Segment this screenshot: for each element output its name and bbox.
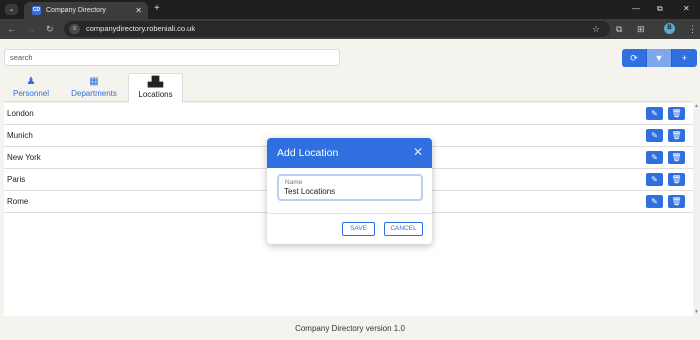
map-icon: ▟▙	[147, 77, 164, 88]
trash-icon: 🗑	[671, 109, 682, 118]
scroll-up-arrow-icon[interactable]: ▲	[694, 104, 699, 109]
puzzle-icon[interactable]: ⊞	[637, 23, 645, 35]
modal-close-icon[interactable]: ✕	[413, 145, 423, 159]
name-field[interactable]: Name	[277, 174, 423, 201]
tab-label: Departments	[71, 89, 117, 98]
kebab-menu-icon[interactable]: ⋮	[688, 23, 697, 35]
delete-button[interactable]: 🗑	[668, 107, 685, 120]
trash-icon: 🗑	[671, 153, 682, 162]
refresh-icon: ⟳	[630, 53, 638, 63]
tab-personnel[interactable]: ♟ Personnel	[4, 73, 58, 102]
plus-icon: +	[681, 53, 688, 63]
modal-divider	[267, 213, 432, 214]
tab-departments[interactable]: ▦ Departments	[62, 73, 126, 102]
location-name: Munich	[7, 131, 33, 140]
extension-icon[interactable]: ⧉	[616, 23, 622, 35]
scroll-down-arrow-icon[interactable]: ▼	[694, 310, 699, 315]
tab-label: Personnel	[12, 89, 50, 98]
location-name: Paris	[7, 175, 26, 184]
pencil-icon: ✎	[651, 153, 658, 162]
trash-icon: 🗑	[671, 175, 682, 184]
search-input[interactable]	[4, 49, 340, 66]
trash-icon: 🗑	[671, 131, 682, 140]
pencil-icon: ✎	[651, 109, 658, 118]
building-icon: ▦	[89, 76, 99, 87]
location-name: Rome	[7, 197, 29, 206]
table-row: London ✎ 🗑	[4, 103, 693, 125]
name-field-label: Name	[285, 179, 303, 186]
tab-locations[interactable]: ▟▙ Locations	[128, 73, 183, 103]
edit-button[interactable]: ✎	[646, 195, 663, 208]
footer-version: Company Directory version 1.0	[295, 324, 405, 333]
bookmark-star-icon[interactable]: ☆	[592, 23, 600, 35]
tab-label: Locations	[138, 90, 173, 99]
tab-title: Company Directory	[46, 7, 106, 14]
section-tabs: ♟ Personnel ▦ Departments ▟▙ Locations	[4, 73, 694, 103]
back-arrow-icon[interactable]: ←	[7, 23, 16, 35]
delete-button[interactable]: 🗑	[668, 173, 685, 186]
location-name: New York	[7, 153, 41, 162]
action-button-group: ⟳ ▼ +	[622, 49, 697, 67]
profile-avatar[interactable]: B	[664, 23, 675, 34]
restore-icon[interactable]: ⧉	[657, 3, 663, 15]
scrollbar[interactable]: ▲ ▼	[693, 103, 700, 316]
name-input[interactable]	[284, 187, 414, 197]
modal-title: Add Location	[277, 147, 339, 159]
browser-address-bar: ← → ↻ ≡ companydirectory.robeniali.co.uk…	[0, 19, 700, 39]
add-button[interactable]: +	[672, 49, 697, 67]
delete-button[interactable]: 🗑	[668, 129, 685, 142]
url-text[interactable]: companydirectory.robeniali.co.uk	[86, 23, 195, 35]
site-info-tune-icon[interactable]: ≡	[69, 24, 80, 34]
tab-close-icon[interactable]: ✕	[135, 5, 142, 16]
location-name: London	[7, 109, 34, 118]
reload-icon[interactable]: ↻	[46, 23, 54, 35]
omnibox[interactable]: ≡ companydirectory.robeniali.co.uk ☆	[64, 21, 610, 37]
save-button[interactable]: SAVE	[342, 222, 375, 236]
refresh-button[interactable]: ⟳	[622, 49, 647, 67]
delete-button[interactable]: 🗑	[668, 195, 685, 208]
browser-tab-bar: ⌄ CD Company Directory ✕ + — ⧉ ✕	[0, 0, 700, 19]
delete-button[interactable]: 🗑	[668, 151, 685, 164]
browser-tab[interactable]: CD Company Directory ✕	[24, 2, 148, 19]
add-location-modal: Add Location ✕ Name SAVE CANCEL	[267, 138, 432, 244]
edit-button[interactable]: ✎	[646, 107, 663, 120]
modal-header: Add Location ✕	[267, 138, 432, 168]
cancel-button[interactable]: CANCEL	[384, 222, 423, 236]
edit-button[interactable]: ✎	[646, 173, 663, 186]
trash-icon: 🗑	[671, 197, 682, 206]
filter-button[interactable]: ▼	[647, 49, 672, 67]
tab-search-chevron-down-icon[interactable]: ⌄	[5, 4, 18, 15]
pencil-icon: ✎	[651, 131, 658, 140]
person-icon: ♟	[26, 76, 36, 87]
edit-button[interactable]: ✎	[646, 151, 663, 164]
filter-icon: ▼	[654, 53, 664, 63]
favicon-icon: CD	[32, 6, 41, 15]
edit-button[interactable]: ✎	[646, 129, 663, 142]
new-tab-plus-icon[interactable]: +	[154, 3, 160, 15]
pencil-icon: ✎	[651, 175, 658, 184]
window-close-icon[interactable]: ✕	[683, 3, 690, 15]
pencil-icon: ✎	[651, 197, 658, 206]
minimize-icon[interactable]: —	[632, 3, 640, 15]
forward-arrow-icon[interactable]: →	[27, 23, 36, 35]
